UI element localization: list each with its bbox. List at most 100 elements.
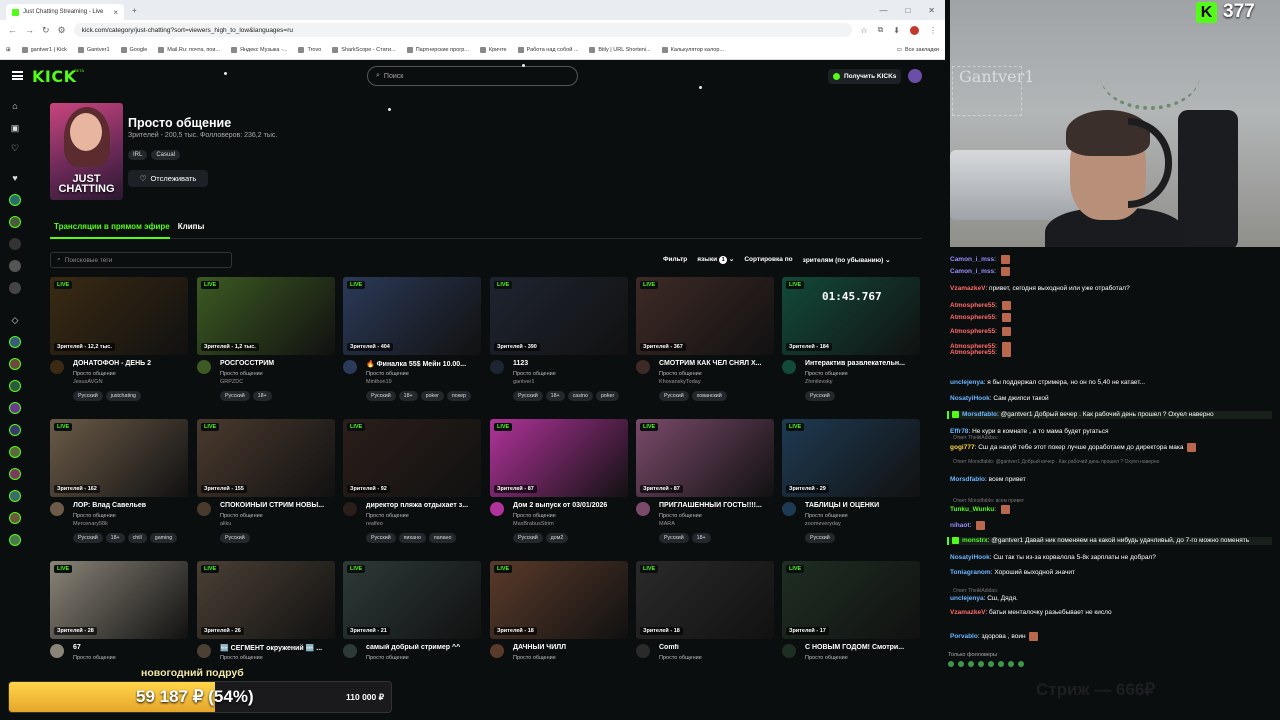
emote-icon[interactable] xyxy=(948,661,954,667)
stream-tag[interactable]: Русский xyxy=(513,391,543,401)
emote-icon[interactable] xyxy=(1008,661,1014,667)
stream-card[interactable]: LIVE Зрителей - 404 🔥 Финалка 55$ Мейн 1… xyxy=(343,277,481,412)
stream-title[interactable]: директор пляжа отдыхает з... xyxy=(366,502,481,509)
menu-icon[interactable]: ⋮ xyxy=(929,26,937,35)
stream-card[interactable]: LIVE Зрителей - 21 самый добрый стример … xyxy=(343,561,481,668)
chat-username[interactable]: Porvablo xyxy=(950,633,978,640)
stream-title[interactable]: 🆕 СЕГМЕНТ окружений 🆕 ... xyxy=(220,644,335,652)
filter-button[interactable]: Фильтр xyxy=(663,256,687,263)
all-bookmarks-button[interactable]: ▭ Все закладки xyxy=(897,47,939,53)
streamer-name[interactable]: GRPZDC xyxy=(220,379,243,385)
stream-tag[interactable]: gaming xyxy=(149,533,178,543)
reload-icon[interactable]: ↻ xyxy=(42,25,50,36)
kick-logo[interactable]: KICK xyxy=(32,67,77,86)
sidebar-channel-avatar[interactable] xyxy=(9,194,21,206)
stream-tag[interactable]: Русский xyxy=(513,533,543,543)
apps-grid-icon[interactable]: ⊞ xyxy=(6,47,11,53)
stream-tag[interactable]: justchating xyxy=(105,391,141,401)
sidebar-channel-avatar[interactable] xyxy=(9,336,21,348)
chat-username[interactable]: Atmosphere55 xyxy=(950,302,995,309)
stream-tag[interactable]: 18+ xyxy=(252,391,272,401)
chat-username[interactable]: VzamazkeV xyxy=(950,609,985,616)
stream-thumbnail[interactable]: LIVE Зрителей - 29 xyxy=(782,419,920,497)
bookmark-item[interactable]: Google xyxy=(120,46,147,53)
bookmark-item[interactable]: Калькулятор калор... xyxy=(661,46,724,53)
stream-tag[interactable]: poker xyxy=(595,391,620,401)
stream-category[interactable]: Просто общение xyxy=(513,371,556,377)
stream-thumbnail[interactable]: LIVE Зрителей - 87 xyxy=(636,419,774,497)
stream-thumbnail[interactable]: LIVE Зрителей - 404 xyxy=(343,277,481,355)
stream-category[interactable]: Просто общение xyxy=(659,371,702,377)
chat-username[interactable]: Morsdfablo xyxy=(950,476,985,483)
stream-thumbnail[interactable]: LIVE Зрителей - 367 xyxy=(636,277,774,355)
forward-arrow-icon[interactable]: → xyxy=(25,25,34,35)
bookmark-item[interactable]: Партнерские прогр... xyxy=(406,46,469,53)
stream-thumbnail[interactable]: LIVE Зрителей - 18 xyxy=(636,561,774,639)
streamer-avatar[interactable] xyxy=(50,502,64,516)
stream-category[interactable]: Просто общение xyxy=(805,513,848,519)
chat-username[interactable]: Atmosphere55 xyxy=(950,314,995,321)
stream-thumbnail[interactable]: LIVE Зрителей - 21 xyxy=(343,561,481,639)
bookmark-item[interactable]: Mail.Ru: почта, пои... xyxy=(158,46,220,53)
stream-card[interactable]: LIVE Зрителей - 28 67 Просто общение xyxy=(50,561,188,668)
site-info-icon[interactable]: ⚙ xyxy=(58,25,66,36)
sidebar-channel-avatar[interactable] xyxy=(9,490,21,502)
stream-category[interactable]: Просто общение xyxy=(805,655,848,661)
close-window-button[interactable]: ✕ xyxy=(928,6,935,15)
bookmark-item[interactable]: Bitly | URL Shorteni... xyxy=(589,46,651,53)
bookmark-item[interactable]: Работа над собой ... xyxy=(517,46,578,53)
streamer-avatar[interactable] xyxy=(197,360,211,374)
stream-title[interactable]: С НОВЫМ ГОДОМ! Смотри... xyxy=(805,644,920,651)
stream-title[interactable]: самый добрый стример ^^ xyxy=(366,644,481,651)
streamer-avatar[interactable] xyxy=(490,502,504,516)
sidebar-channel-avatar[interactable] xyxy=(9,446,21,458)
streamer-avatar[interactable] xyxy=(782,502,796,516)
downloads-icon[interactable]: ⬇ xyxy=(893,26,900,35)
stream-title[interactable]: Дом 2 выпуск от 03/01/2026 xyxy=(513,502,628,509)
languages-dropdown[interactable]: языки 1 ⌄ xyxy=(697,255,734,264)
category-tag[interactable]: IRL xyxy=(128,150,148,160)
chat-username[interactable]: unclejenya xyxy=(950,379,984,386)
bookmark-star-icon[interactable]: ☆ xyxy=(860,26,867,35)
minimize-button[interactable]: — xyxy=(879,6,887,15)
streamer-avatar[interactable] xyxy=(343,644,357,658)
chat-username[interactable]: VzamazkeV xyxy=(950,285,985,292)
streamer-name[interactable]: realfeo xyxy=(366,521,383,527)
stream-tag[interactable]: Русский xyxy=(73,391,103,401)
stream-card[interactable]: LIVE Зрителей - 390 1123 Просто общение … xyxy=(490,277,628,412)
browser-tab[interactable]: Just Chatting Streaming - Live × xyxy=(6,4,124,20)
stream-card[interactable]: LIVE Зрителей - 12,2 тыс. ДОНАТОФОН - ДЕ… xyxy=(50,277,188,412)
tab-clips[interactable]: Клипы xyxy=(178,222,205,231)
stream-tag[interactable]: Русский xyxy=(805,533,835,543)
chat-username[interactable]: monstrx xyxy=(962,537,988,544)
chat-username[interactable]: Camon_i_mss xyxy=(950,268,994,275)
stream-card[interactable]: LIVE Зрителей - 29 ТАБЛИЦЫ И ОЦЕНКИ Прос… xyxy=(782,419,920,554)
stream-tag[interactable]: дом2 xyxy=(545,533,569,543)
sort-dropdown[interactable]: зрителям (по убыванию) ⌄ xyxy=(803,256,891,264)
chat-username[interactable]: Tunku_Wunku xyxy=(950,506,994,513)
stream-category[interactable]: Просто общение xyxy=(73,513,116,519)
chat-username[interactable]: Morsdfablo xyxy=(962,411,997,418)
stream-tag[interactable]: Русский xyxy=(659,533,689,543)
stream-tag[interactable]: хованский xyxy=(691,391,727,401)
new-tab-button[interactable]: + xyxy=(132,6,137,15)
sidebar-channel-avatar[interactable] xyxy=(9,468,21,480)
stream-category[interactable]: Просто общение xyxy=(659,513,702,519)
stream-card[interactable]: LIVE Зрителей - 18 ДАЧНЫЙ ЧИЛЛ Просто об… xyxy=(490,561,628,668)
stream-category[interactable]: Просто общение xyxy=(220,371,263,377)
streamer-avatar[interactable] xyxy=(636,360,650,374)
chat-username[interactable]: unclejenya xyxy=(950,595,984,602)
stream-tag[interactable]: casino xyxy=(567,391,593,401)
streamer-avatar[interactable] xyxy=(636,502,650,516)
streamer-name[interactable]: Mercenary58k xyxy=(73,521,108,527)
url-field[interactable]: kick.com/category/just-chatting?sort=vie… xyxy=(73,23,853,37)
hamburger-menu-icon[interactable] xyxy=(12,71,23,80)
streamer-avatar[interactable] xyxy=(782,360,796,374)
stream-thumbnail[interactable]: LIVE Зрителей - 162 xyxy=(50,419,188,497)
streamer-avatar[interactable] xyxy=(50,644,64,658)
emote-icon[interactable] xyxy=(978,661,984,667)
streamer-name[interactable]: gantver1 xyxy=(513,379,534,385)
bookmark-item[interactable]: Gantver1 xyxy=(77,46,110,53)
stream-tag[interactable]: Русский xyxy=(805,391,835,401)
stream-title[interactable]: ДАЧНЫЙ ЧИЛЛ xyxy=(513,644,628,651)
